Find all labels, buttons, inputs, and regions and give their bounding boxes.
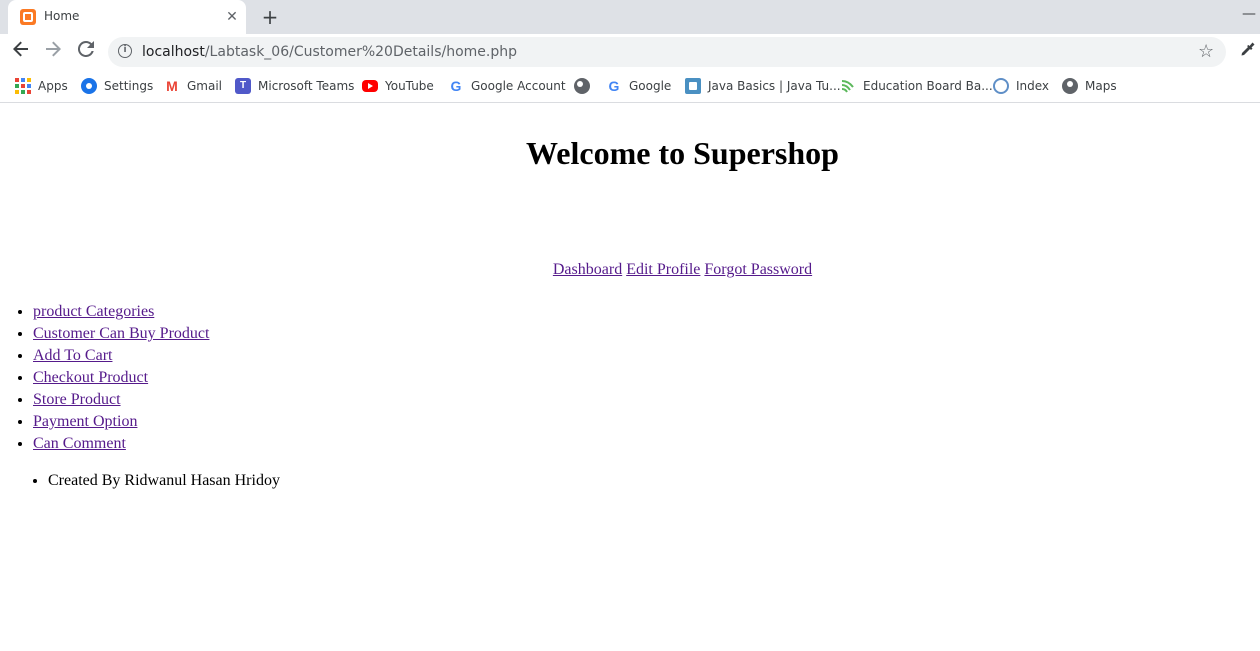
top-nav-links: Dashboard Edit Profile Forgot Password xyxy=(0,260,1260,280)
site-info-icon[interactable]: i xyxy=(118,44,132,58)
xampp-favicon-icon xyxy=(20,9,36,25)
maps-icon xyxy=(1062,78,1078,94)
bookmark-apps[interactable]: Apps xyxy=(15,76,68,96)
gmail-icon: M xyxy=(166,78,178,94)
bookmark-google[interactable]: G Google xyxy=(606,76,672,96)
customer-can-buy-product-link[interactable]: Customer Can Buy Product xyxy=(33,325,209,342)
index-icon xyxy=(993,78,1009,94)
product-categories-link[interactable]: product Categories xyxy=(33,303,154,320)
tab-home[interactable]: Home ✕ xyxy=(8,0,246,34)
list-item: Can Comment xyxy=(33,433,209,455)
list-item: Checkout Product xyxy=(33,367,209,389)
list-item: Add To Cart xyxy=(33,345,209,367)
new-tab-button[interactable]: + xyxy=(258,5,282,29)
bookmark-java-basics[interactable]: Java Basics | Java Tu... xyxy=(685,76,841,96)
bookmark-globe[interactable] xyxy=(574,76,597,96)
list-item: Store Product xyxy=(33,389,209,411)
footer-credit: Created By Ridwanul Hasan Hridoy xyxy=(48,470,280,492)
teams-icon: T xyxy=(235,78,251,94)
bookmarks-bar: Apps Settings M Gmail T Microsoft Teams … xyxy=(0,70,1260,103)
list-item: Payment Option xyxy=(33,411,209,433)
eyedropper-extension-icon[interactable] xyxy=(1238,41,1256,59)
bookmark-maps[interactable]: Maps xyxy=(1062,76,1117,96)
browser-toolbar: i localhost/Labtask_06/Customer%20Detail… xyxy=(0,34,1260,70)
globe-icon xyxy=(574,78,590,94)
forgot-password-link[interactable]: Forgot Password xyxy=(704,261,812,278)
bookmark-star-icon[interactable]: ☆ xyxy=(1198,41,1214,62)
bookmark-google-account[interactable]: G Google Account xyxy=(448,76,566,96)
close-tab-icon[interactable]: ✕ xyxy=(223,8,241,26)
bookmark-education-board[interactable]: Education Board Ba... xyxy=(840,76,993,96)
bookmark-microsoft-teams[interactable]: T Microsoft Teams xyxy=(235,76,354,96)
can-comment-link[interactable]: Can Comment xyxy=(33,435,126,452)
back-arrow-icon[interactable] xyxy=(9,40,33,64)
bookmark-gmail[interactable]: M Gmail xyxy=(164,76,222,96)
footer-list: Created By Ridwanul Hasan Hridoy xyxy=(0,470,280,492)
reload-icon[interactable] xyxy=(74,40,98,64)
bookmark-youtube[interactable]: YouTube xyxy=(362,76,434,96)
google-icon: G xyxy=(450,78,462,94)
tab-strip: Home ✕ + — xyxy=(0,0,1260,34)
bookmark-settings[interactable]: Settings xyxy=(81,76,153,96)
java-icon xyxy=(685,78,701,94)
settings-icon xyxy=(81,78,97,94)
dashboard-link[interactable]: Dashboard xyxy=(553,261,622,278)
forward-arrow-icon[interactable] xyxy=(41,40,65,64)
checkout-product-link[interactable]: Checkout Product xyxy=(33,369,148,386)
bookmark-index[interactable]: Index xyxy=(993,76,1049,96)
address-bar[interactable]: i localhost/Labtask_06/Customer%20Detail… xyxy=(108,37,1226,67)
page-heading: Welcome to Supershop xyxy=(526,135,839,171)
minimize-window-button[interactable]: — xyxy=(1242,6,1258,22)
payment-option-link[interactable]: Payment Option xyxy=(33,413,137,430)
edit-profile-link[interactable]: Edit Profile xyxy=(626,261,700,278)
google-icon: G xyxy=(608,78,620,94)
feature-menu: product Categories Customer Can Buy Prod… xyxy=(0,301,209,455)
list-item: Customer Can Buy Product xyxy=(33,323,209,345)
store-product-link[interactable]: Store Product xyxy=(33,391,121,408)
add-to-cart-link[interactable]: Add To Cart xyxy=(33,347,112,364)
list-item: product Categories xyxy=(33,301,209,323)
url-text[interactable]: localhost/Labtask_06/Customer%20Details/… xyxy=(142,44,517,60)
education-icon xyxy=(840,78,856,94)
tab-title: Home xyxy=(44,9,80,23)
youtube-icon xyxy=(362,80,378,92)
apps-icon xyxy=(15,78,31,94)
